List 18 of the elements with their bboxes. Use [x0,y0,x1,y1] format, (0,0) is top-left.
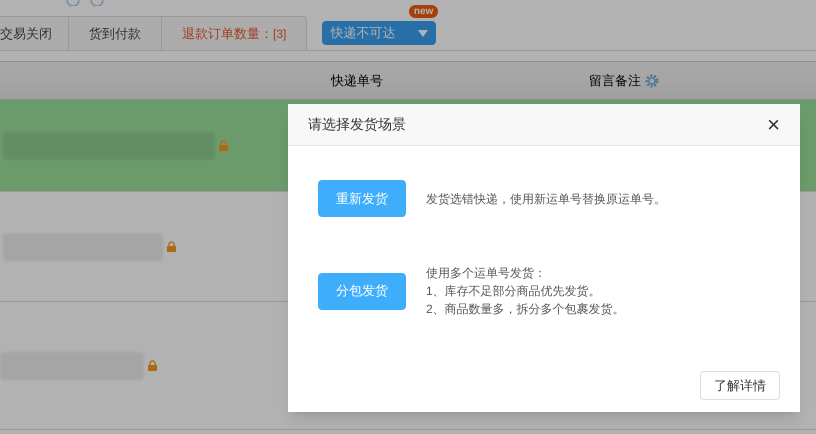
option-description: 使用多个运单号发货： [426,265,547,282]
option-description: 2、商品数量多，拆分多个包裹发货。 [426,301,625,318]
settings-icon[interactable] [644,72,660,88]
caret-icon [418,30,428,36]
new-badge: new [408,5,438,18]
option-description: 1、库存不足部分商品优先发货。 [426,283,602,300]
tab[interactable]: 货到付款 [69,17,162,50]
tab[interactable]: 交易关闭 [0,17,69,50]
lock-icon [167,241,176,252]
option-description: 发货选错快递，使用新运单号替换原运单号。 [426,190,666,208]
column-header: 快递单号 [331,72,383,90]
close-button[interactable]: × [767,114,780,136]
refund-count: [3] [273,26,286,42]
details-button[interactable]: 了解详情 [700,371,780,400]
lock-icon [219,140,228,151]
lock-icon [148,360,157,371]
dialog-title: 请选择发货场景 [308,115,406,134]
column-header: 留言备注 [589,72,641,90]
